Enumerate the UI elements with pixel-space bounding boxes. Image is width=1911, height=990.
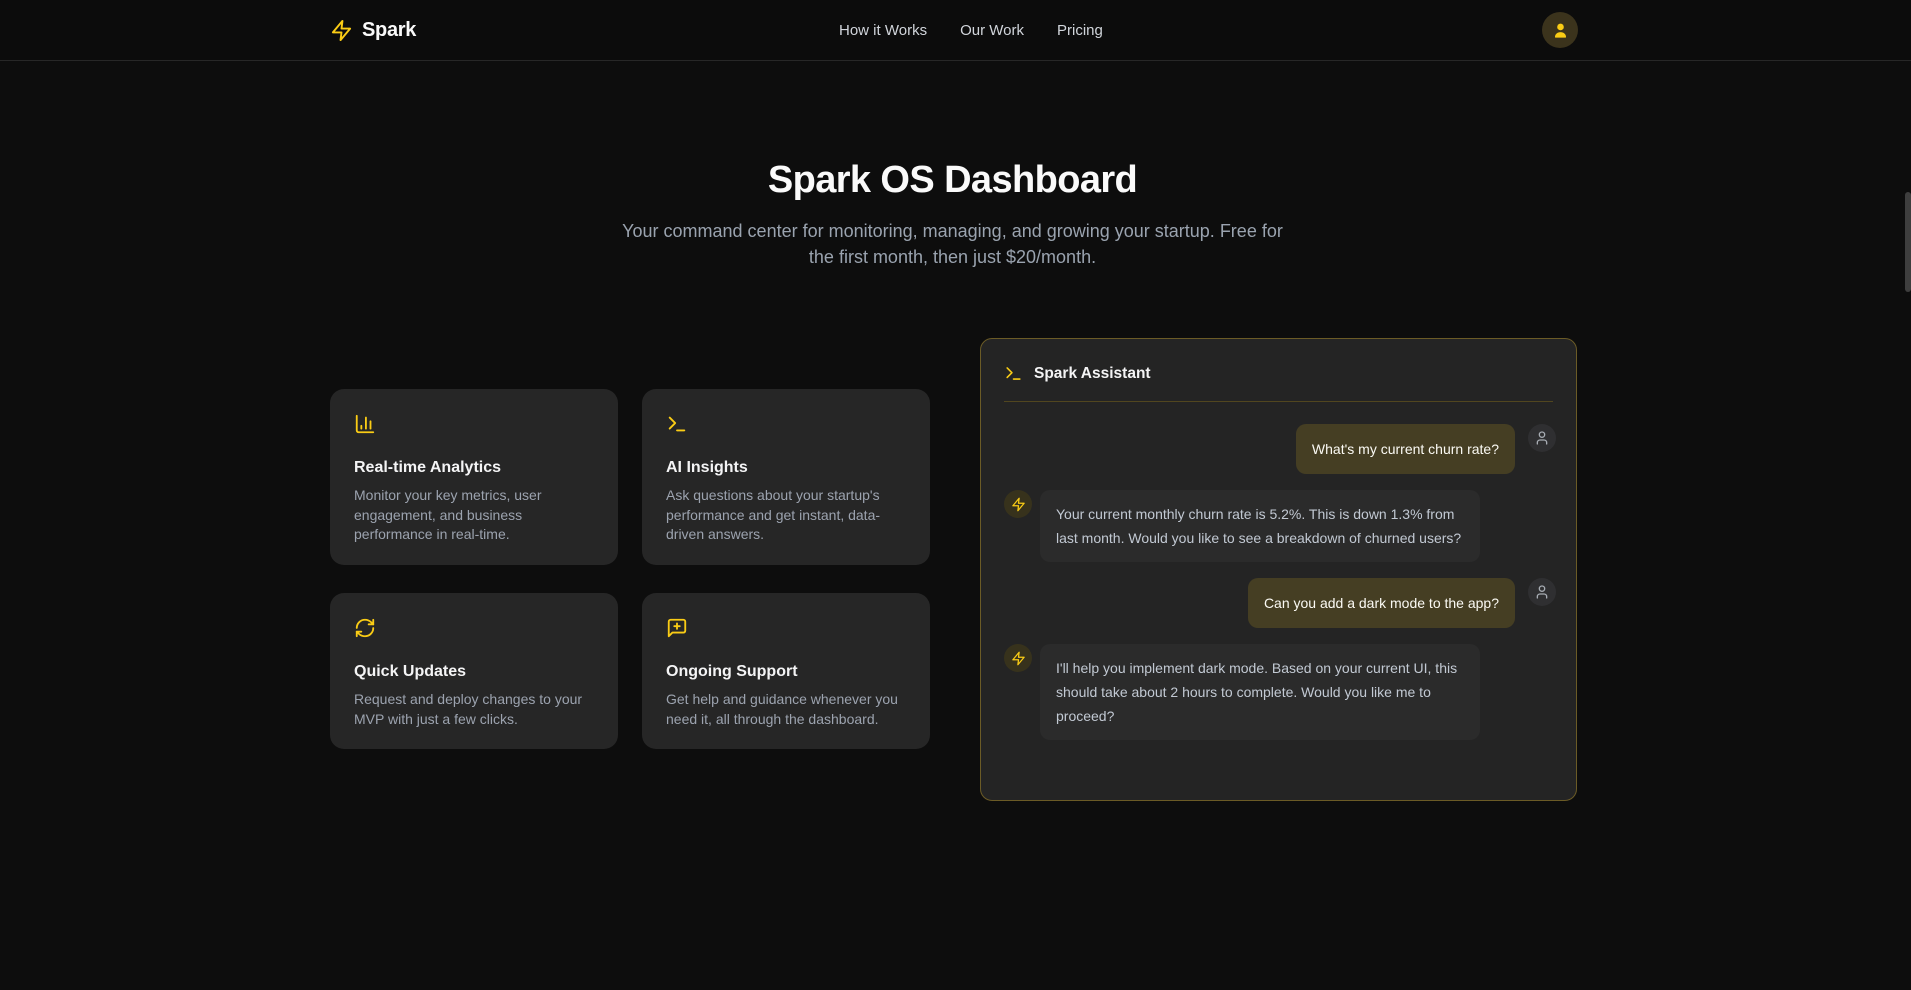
feature-grid: Real-time Analytics Monitor your key met… — [330, 389, 930, 749]
nav-bar: Spark How it Works Our Work Pricing — [0, 0, 1911, 61]
bar-chart-icon — [354, 413, 594, 435]
feature-description: Get help and guidance whenever you need … — [666, 690, 906, 729]
zap-icon — [330, 19, 353, 42]
user-message-bubble: Can you add a dark mode to the app? — [1248, 578, 1515, 628]
brand-name: Spark — [362, 19, 416, 42]
assistant-chat-avatar — [1004, 644, 1032, 672]
feature-title: Ongoing Support — [666, 663, 906, 681]
brand-logo[interactable]: Spark — [330, 0, 416, 61]
chat-messages: What's my current churn rate? Your curre… — [981, 402, 1576, 740]
zap-icon — [1011, 497, 1026, 512]
page-title: Spark OS Dashboard — [0, 159, 1905, 202]
feature-title: Quick Updates — [354, 663, 594, 681]
feature-card-ai-insights: AI Insights Ask questions about your sta… — [642, 389, 930, 565]
assistant-chat-avatar — [1004, 490, 1032, 518]
nav-link-our-work[interactable]: Our Work — [960, 22, 1024, 39]
page-subtitle: Your command center for monitoring, mana… — [608, 218, 1298, 270]
chat-message-user: What's my current churn rate? — [1004, 424, 1556, 474]
assistant-message-bubble: Your current monthly churn rate is 5.2%.… — [1040, 490, 1480, 562]
feature-card-realtime-analytics: Real-time Analytics Monitor your key met… — [330, 389, 618, 565]
user-message-bubble: What's my current churn rate? — [1296, 424, 1515, 474]
user-icon — [1534, 430, 1550, 446]
page: Spark How it Works Our Work Pricing Spar… — [0, 0, 1911, 990]
feature-card-quick-updates: Quick Updates Request and deploy changes… — [330, 593, 618, 749]
nav-link-how-it-works[interactable]: How it Works — [839, 22, 927, 39]
scrollbar-thumb[interactable] — [1905, 192, 1911, 292]
feature-description: Ask questions about your startup's perfo… — [666, 486, 906, 545]
user-chat-avatar — [1528, 578, 1556, 606]
nav-links: How it Works Our Work Pricing — [839, 0, 1103, 61]
feature-description: Request and deploy changes to your MVP w… — [354, 690, 594, 729]
zap-icon — [1011, 651, 1026, 666]
feature-title: AI Insights — [666, 459, 906, 477]
assistant-panel-header: Spark Assistant — [981, 339, 1576, 401]
feature-description: Monitor your key metrics, user engagemen… — [354, 486, 594, 545]
user-icon — [1534, 584, 1550, 600]
nav-link-pricing[interactable]: Pricing — [1057, 22, 1103, 39]
scrollbar — [1905, 0, 1911, 990]
terminal-icon — [666, 413, 906, 435]
assistant-message-bubble: I'll help you implement dark mode. Based… — [1040, 644, 1480, 740]
user-chat-avatar — [1528, 424, 1556, 452]
assistant-panel: Spark Assistant What's my current churn … — [980, 338, 1577, 801]
chat-message-assistant: I'll help you implement dark mode. Based… — [1004, 644, 1556, 740]
assistant-panel-title: Spark Assistant — [1034, 365, 1151, 383]
feature-title: Real-time Analytics — [354, 459, 594, 477]
chat-message-assistant: Your current monthly churn rate is 5.2%.… — [1004, 490, 1556, 562]
user-icon — [1551, 21, 1570, 40]
message-plus-icon — [666, 617, 906, 639]
feature-card-ongoing-support: Ongoing Support Get help and guidance wh… — [642, 593, 930, 749]
terminal-icon — [1004, 364, 1023, 383]
chat-message-user: Can you add a dark mode to the app? — [1004, 578, 1556, 628]
refresh-icon — [354, 617, 594, 639]
user-avatar-button[interactable] — [1542, 12, 1578, 48]
